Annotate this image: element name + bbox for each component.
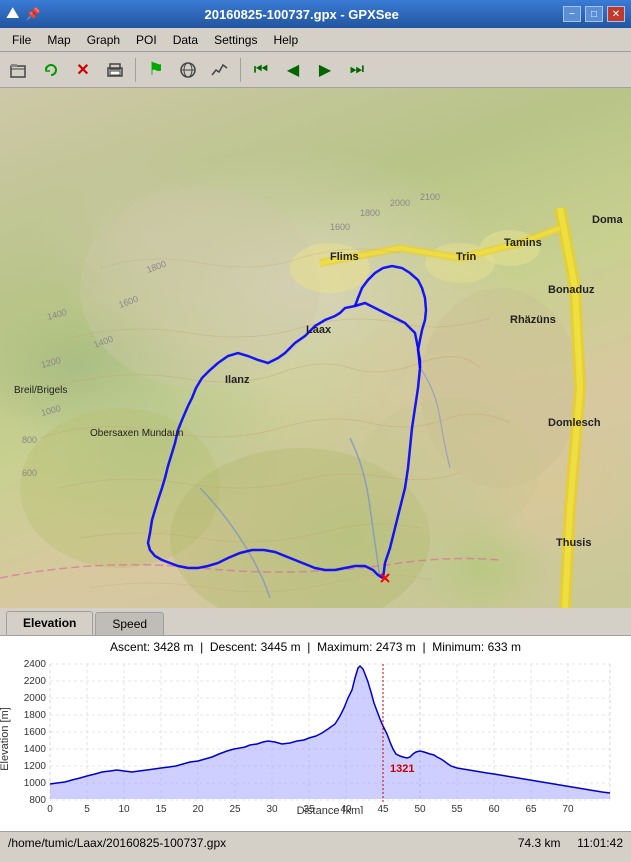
svg-text:800: 800	[22, 435, 37, 445]
status-bar: /home/tumic/Laax/20160825-100737.gpx 74.…	[0, 831, 631, 853]
menu-graph[interactable]: Graph	[79, 31, 128, 49]
svg-text:1200: 1200	[40, 355, 62, 370]
svg-text:2200: 2200	[24, 676, 47, 687]
svg-text:2400: 2400	[24, 659, 47, 670]
menu-settings[interactable]: Settings	[206, 31, 265, 49]
svg-text:20: 20	[192, 804, 204, 814]
svg-text:5: 5	[84, 804, 90, 814]
svg-text:70: 70	[562, 804, 574, 814]
filepath: /home/tumic/Laax/20160825-100737.gpx	[8, 836, 226, 850]
svg-text:Tamins: Tamins	[504, 237, 542, 249]
toolbar-separator-2	[240, 58, 241, 82]
svg-text:Distance [km]: Distance [km]	[297, 805, 364, 814]
toolbar: ✕ ⚑ ⏮ ◀ ▶ ⏭	[0, 52, 631, 88]
reload-button[interactable]	[36, 56, 66, 84]
svg-text:2100: 2100	[420, 192, 440, 202]
app-icon: ⛰	[6, 5, 19, 23]
chart-wrapper[interactable]: 2400 2200 2000 1800 1600 1400 1200 1000 …	[0, 654, 631, 814]
title-bar-title: 20160825-100737.gpx - GPXSee	[40, 7, 563, 22]
svg-text:45: 45	[377, 804, 389, 814]
close-window-button[interactable]: ✕	[607, 6, 625, 22]
svg-text:1000: 1000	[40, 403, 62, 418]
svg-text:1600: 1600	[330, 222, 350, 232]
svg-text:800: 800	[29, 795, 46, 806]
menu-map[interactable]: Map	[39, 31, 78, 49]
title-bar-controls: − □ ✕	[563, 6, 625, 22]
distance-value: 74.3 km	[518, 836, 561, 850]
svg-text:600: 600	[22, 468, 37, 478]
svg-text:Flims: Flims	[330, 251, 359, 263]
svg-text:Thusis: Thusis	[556, 537, 591, 549]
close-file-button[interactable]: ✕	[68, 56, 98, 84]
toolbar-separator-1	[135, 58, 136, 82]
minimum-value: 633	[488, 640, 508, 654]
next-track-button[interactable]: ▶	[310, 56, 340, 84]
first-track-button[interactable]: ⏮	[246, 56, 276, 84]
descent-value: 3445	[261, 640, 288, 654]
graph-stats: Ascent: 3428 m | Descent: 3445 m | Maxim…	[110, 640, 521, 654]
svg-text:Doma: Doma	[592, 214, 623, 226]
svg-text:30: 30	[266, 804, 278, 814]
svg-text:1800: 1800	[360, 208, 380, 218]
svg-text:1400: 1400	[24, 744, 47, 755]
svg-text:15: 15	[155, 804, 167, 814]
last-track-button[interactable]: ⏭	[342, 56, 372, 84]
maximize-button[interactable]: □	[585, 6, 603, 22]
svg-text:1800: 1800	[24, 710, 47, 721]
svg-text:Rhäzüns: Rhäzüns	[510, 314, 556, 326]
menu-poi[interactable]: POI	[128, 31, 165, 49]
title-bar-left: ⛰ 📌	[6, 5, 40, 23]
title-bar: ⛰ 📌 20160825-100737.gpx - GPXSee − □ ✕	[0, 0, 631, 28]
svg-text:1000: 1000	[24, 778, 47, 789]
svg-text:25: 25	[229, 804, 241, 814]
menu-help[interactable]: Help	[265, 31, 306, 49]
menu-file[interactable]: File	[4, 31, 39, 49]
map-container[interactable]: Flims Laax Ilanz Trin Tamins Bonaduz Rhä…	[0, 88, 631, 608]
svg-text:60: 60	[488, 804, 500, 814]
svg-text:10: 10	[118, 804, 130, 814]
svg-text:2000: 2000	[390, 198, 410, 208]
svg-text:50: 50	[414, 804, 426, 814]
track-stats: 74.3 km 11:01:42	[518, 836, 623, 850]
svg-text:1200: 1200	[24, 761, 47, 772]
svg-text:Ilanz: Ilanz	[225, 374, 250, 386]
maximum-value: 2473	[376, 640, 403, 654]
title-bar-pin[interactable]: 📌	[25, 7, 40, 21]
map-online-button[interactable]	[173, 56, 203, 84]
svg-text:1400: 1400	[46, 307, 68, 322]
map-svg: Flims Laax Ilanz Trin Tamins Bonaduz Rhä…	[0, 88, 631, 608]
print-button[interactable]	[100, 56, 130, 84]
elevation-chart[interactable]: 2400 2200 2000 1800 1600 1400 1200 1000 …	[0, 654, 631, 814]
tabs-bar: Elevation Speed	[0, 608, 631, 636]
speed-tab[interactable]: Speed	[95, 612, 164, 635]
graph-info: Ascent: 3428 m | Descent: 3445 m | Maxim…	[0, 636, 631, 654]
open-button[interactable]	[4, 56, 34, 84]
waypoints-button[interactable]: ⚑	[141, 56, 171, 84]
menu-bar: File Map Graph POI Data Settings Help	[0, 28, 631, 52]
svg-text:55: 55	[451, 804, 463, 814]
graph-toggle-button[interactable]	[205, 56, 235, 84]
svg-text:0: 0	[47, 804, 53, 814]
svg-text:1321: 1321	[390, 763, 414, 775]
svg-text:Domlesch: Domlesch	[548, 417, 601, 429]
svg-text:Laax: Laax	[306, 324, 332, 336]
svg-text:Trin: Trin	[456, 251, 476, 263]
graph-area[interactable]: Ascent: 3428 m | Descent: 3445 m | Maxim…	[0, 636, 631, 831]
prev-track-button[interactable]: ◀	[278, 56, 308, 84]
elevation-tab[interactable]: Elevation	[6, 611, 93, 635]
svg-text:Obersaxen Mundaun: Obersaxen Mundaun	[90, 428, 183, 439]
svg-text:1600: 1600	[24, 727, 47, 738]
ascent-value: 3428	[153, 640, 180, 654]
svg-text:2000: 2000	[24, 693, 47, 704]
svg-text:Elevation [m]: Elevation [m]	[0, 707, 11, 771]
svg-text:65: 65	[525, 804, 537, 814]
svg-text:Bonaduz: Bonaduz	[548, 284, 595, 296]
time-value: 11:01:42	[577, 836, 623, 850]
svg-text:Breil/Brigels: Breil/Brigels	[14, 385, 67, 396]
minimize-button[interactable]: −	[563, 6, 581, 22]
menu-data[interactable]: Data	[165, 31, 206, 49]
